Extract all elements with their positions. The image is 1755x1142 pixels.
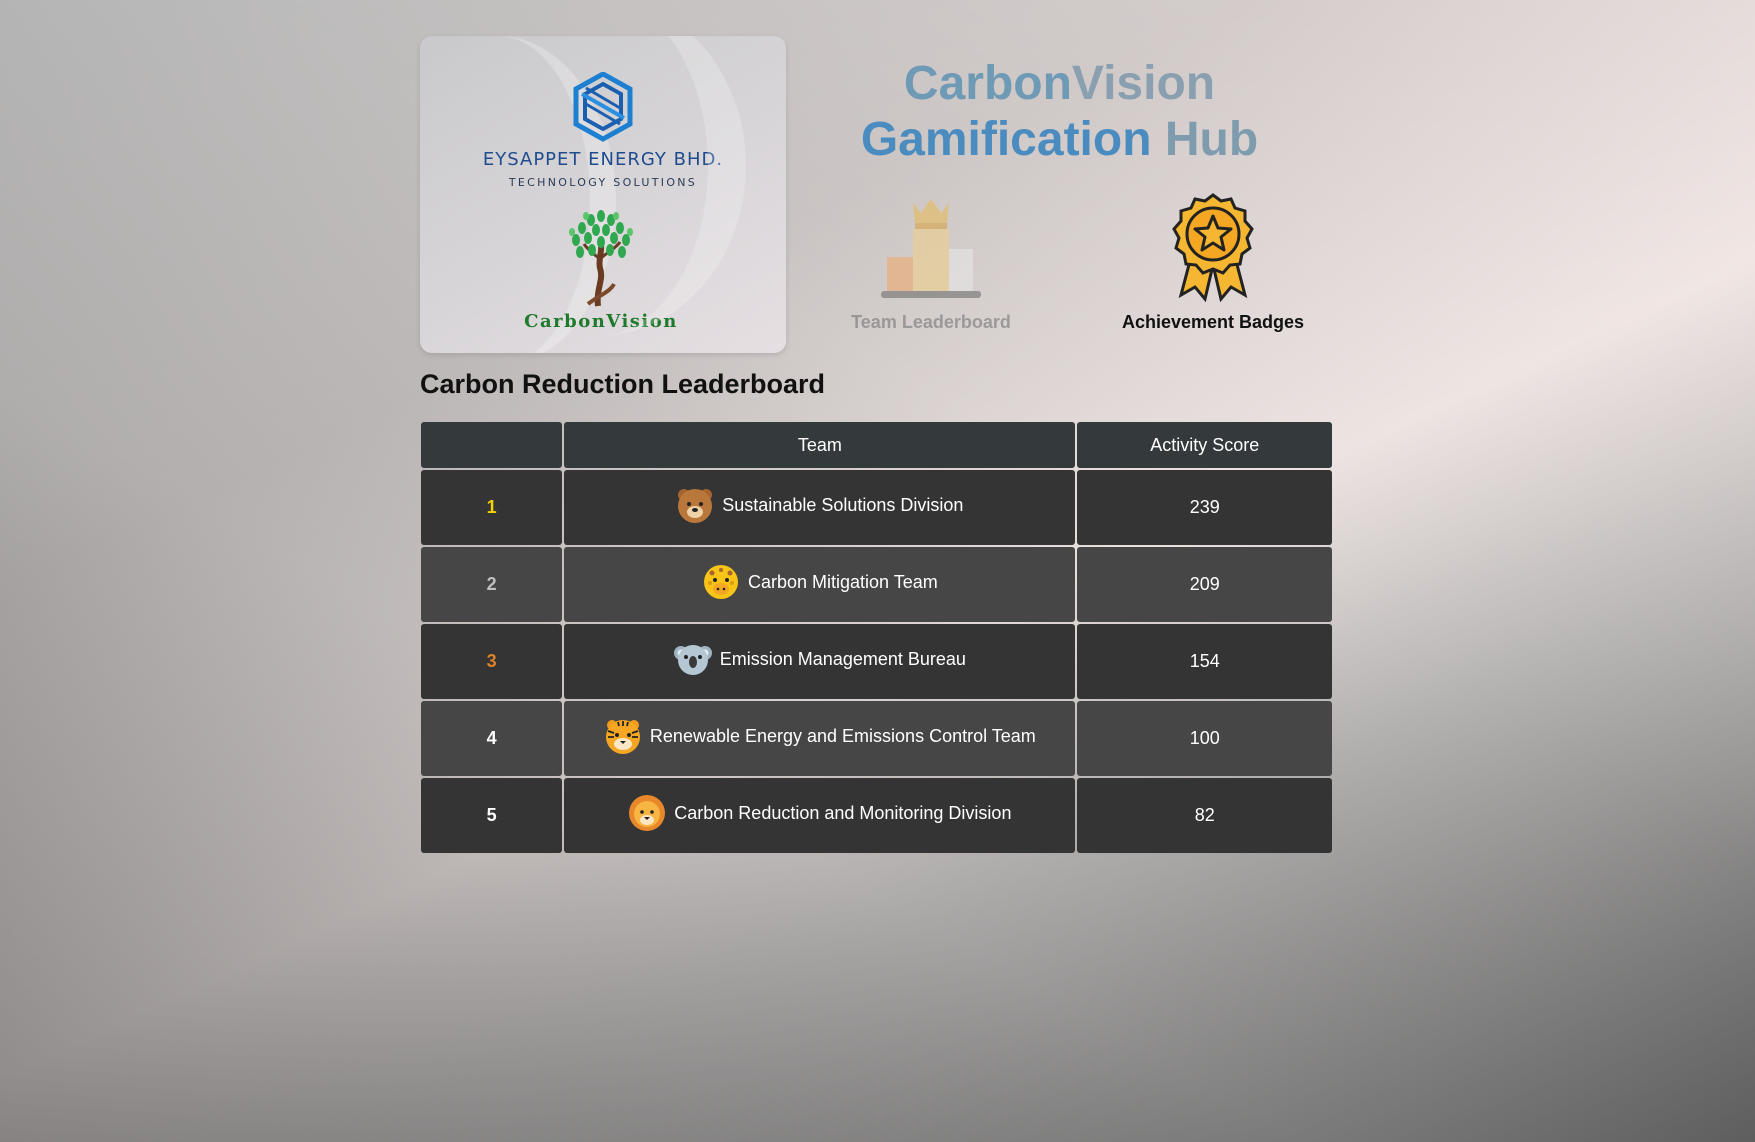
lion-icon [629, 795, 666, 831]
score-cell: 239 [1077, 470, 1332, 545]
column-header-rank [421, 422, 563, 468]
team-cell: Carbon Reduction and Monitoring Division [564, 778, 1076, 853]
table-header-row: Team Activity Score [421, 422, 1332, 468]
team-leaderboard-button[interactable]: Team Leaderboard [846, 191, 1016, 333]
page: EYSAPPET ENERGY BHD. TECHNOLOGY SOLUTION… [420, 36, 1333, 855]
team-name: Sustainable Solutions Division [722, 494, 964, 515]
column-header-team: Team [564, 422, 1076, 468]
rank-cell: 5 [421, 778, 563, 853]
team-leaderboard-label: Team Leaderboard [851, 312, 1011, 332]
score-cell: 154 [1077, 624, 1332, 699]
column-header-activity-score: Activity Score [1077, 422, 1332, 468]
company-logo-card: EYSAPPET ENERGY BHD. TECHNOLOGY SOLUTION… [420, 36, 786, 353]
table-row: 1 Sustainable Solutions Division 239 [421, 470, 1332, 545]
score-cell: 100 [1077, 701, 1332, 776]
team-cell: Emission Management Bureau [564, 624, 1076, 699]
table-row: 5 Carbon Reduction and Monitoring Divisi… [421, 778, 1332, 853]
table-row: 4 Renewable Energy and Emissions Control… [421, 701, 1332, 776]
leaderboard-title: Carbon Reduction Leaderboard [420, 369, 826, 399]
giraffe-icon [703, 565, 738, 599]
team-name: Emission Management Bureau [719, 648, 966, 669]
badge-medal-icon [1172, 193, 1254, 303]
team-cell: Carbon Mitigation Team [564, 547, 1076, 622]
leaderboard-table: Team Activity Score 1 Sustainable Soluti… [419, 420, 1334, 855]
hub-title-part-1: Carbon [903, 57, 1072, 110]
team-name: Renewable Energy and Emissions Control T… [649, 725, 1036, 746]
tree-logo-icon [569, 210, 633, 307]
table-row: 3 Emission Management Bureau 154 [421, 624, 1332, 699]
hexagon-logo-icon [573, 72, 633, 142]
header: EYSAPPET ENERGY BHD. TECHNOLOGY SOLUTION… [420, 36, 1333, 353]
score-cell: 82 [1077, 778, 1332, 853]
rank-cell: 4 [421, 701, 563, 776]
rank-cell: 2 [421, 547, 563, 622]
team-name: Carbon Mitigation Team [747, 571, 938, 592]
podium-trophy-icon [881, 199, 981, 298]
tiger-icon [605, 720, 640, 754]
team-cell: Sustainable Solutions Division [564, 470, 1076, 545]
score-cell: 209 [1077, 547, 1332, 622]
achievement-badges-label: Achievement Badges [1121, 312, 1305, 332]
rank-cell: 1 [421, 470, 563, 545]
rank-cell: 3 [421, 624, 563, 699]
company-tagline: TECHNOLOGY SOLUTIONS [508, 176, 698, 189]
bear-icon [678, 489, 713, 523]
table-row: 2 Carbon Mitigation Team 209 [421, 547, 1332, 622]
team-cell: Renewable Energy and Emissions Control T… [564, 701, 1076, 776]
achievement-badges-button[interactable]: Achievement Badges [1108, 191, 1318, 333]
hub-title: CarbonVision Gamification Hub [786, 56, 1333, 168]
company-name: EYSAPPET ENERGY BHD. [482, 149, 724, 170]
koala-icon [673, 645, 712, 675]
hub-title-part-3: Gamification [860, 113, 1152, 166]
hub-header: CarbonVision Gamification Hub Team Leade… [786, 36, 1333, 353]
hub-title-part-2: Vision [1071, 57, 1216, 110]
hub-title-part-4: Hub [1164, 113, 1259, 166]
team-name: Carbon Reduction and Monitoring Division [674, 802, 1012, 823]
carbonvision-wordmark: CarbonVision [524, 311, 678, 332]
